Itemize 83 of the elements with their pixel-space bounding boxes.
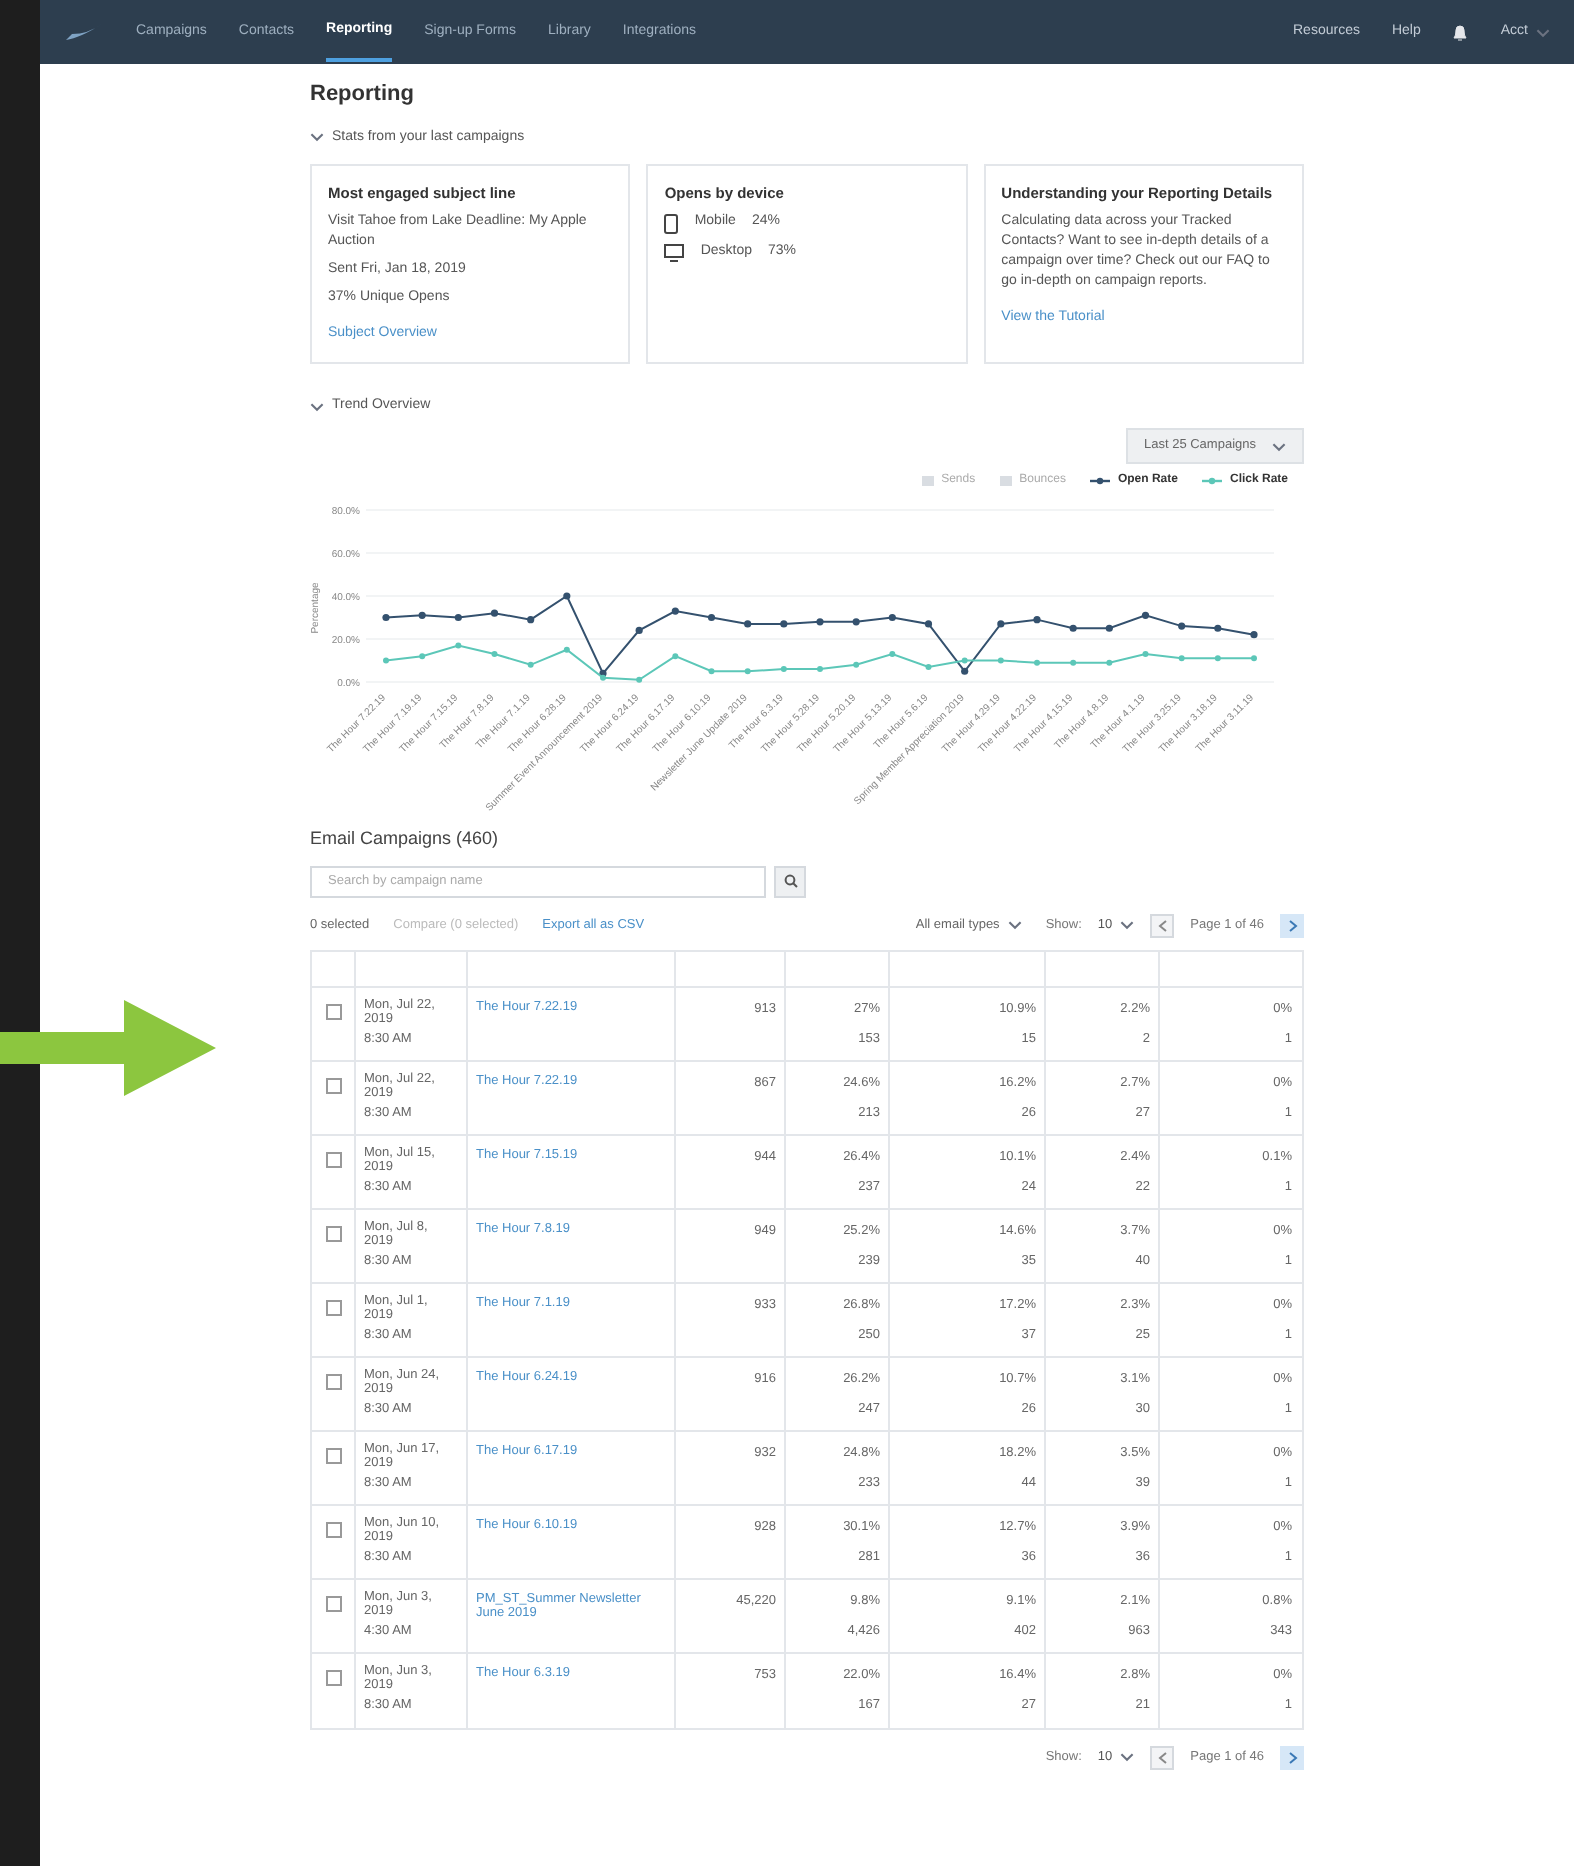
chevron-left-icon	[1157, 919, 1168, 932]
data-point	[744, 668, 751, 675]
data-point	[708, 668, 715, 675]
data-point	[924, 620, 933, 629]
data-point	[527, 616, 535, 624]
data-point	[672, 653, 679, 660]
pointer-arrow-icon	[0, 1000, 220, 1096]
data-point	[744, 620, 752, 629]
data-point	[1142, 651, 1149, 658]
data-point	[1250, 631, 1258, 639]
data-point	[816, 618, 824, 626]
phone-icon	[664, 213, 679, 233]
data-point	[888, 614, 896, 622]
caret-down-icon	[310, 130, 324, 145]
data-point	[1069, 625, 1077, 633]
data-point	[1105, 625, 1113, 633]
data-point	[961, 668, 969, 676]
data-point	[1034, 660, 1040, 667]
data-point	[961, 658, 968, 664]
chevron-left-icon	[1157, 1751, 1168, 1764]
data-point	[1070, 660, 1077, 667]
caret-down-icon	[310, 399, 324, 413]
next-page-button[interactable]	[1280, 1745, 1304, 1770]
caret-icon	[1120, 918, 1135, 933]
caret-icon	[1120, 1750, 1135, 1765]
row-checkbox[interactable]	[325, 1151, 341, 1168]
data-point	[707, 614, 716, 622]
row-checkbox[interactable]	[325, 1447, 341, 1464]
row-checkbox[interactable]	[325, 1225, 341, 1242]
search-button[interactable]	[774, 865, 806, 898]
page-title: Reporting	[310, 80, 416, 110]
caret-icon	[1272, 439, 1286, 454]
next-page-button[interactable]	[1280, 913, 1304, 938]
data-point	[382, 614, 390, 622]
monitor-icon	[664, 243, 685, 261]
bell-icon[interactable]	[1452, 23, 1469, 41]
data-point	[852, 618, 860, 626]
data-point	[997, 620, 1005, 629]
legend-line-icon	[1201, 476, 1222, 487]
row-checkbox[interactable]	[325, 1669, 341, 1686]
chevron-right-icon	[1287, 919, 1297, 932]
data-point	[490, 610, 499, 618]
data-point	[780, 666, 787, 673]
data-point	[527, 662, 534, 669]
data-point	[563, 592, 571, 601]
row-checkbox[interactable]	[325, 1003, 341, 1020]
data-point	[780, 620, 788, 629]
caret-icon	[1536, 25, 1550, 39]
row-checkbox[interactable]	[325, 1299, 341, 1316]
data-point	[1141, 612, 1150, 620]
row-checkbox[interactable]	[325, 1077, 341, 1094]
data-point	[853, 662, 860, 669]
data-point	[1033, 616, 1041, 624]
data-point	[1251, 655, 1257, 662]
previous-page-button[interactable]	[1150, 913, 1175, 938]
data-point	[1178, 655, 1185, 662]
data-point	[635, 627, 643, 635]
data-point	[636, 677, 643, 684]
row-checkbox[interactable]	[325, 1373, 341, 1390]
data-point	[889, 651, 896, 658]
data-point	[817, 666, 823, 673]
row-checkbox[interactable]	[325, 1595, 341, 1612]
data-point	[383, 658, 389, 664]
data-point	[1214, 655, 1221, 662]
chevron-right-icon	[1287, 1751, 1297, 1764]
search-icon	[783, 874, 797, 889]
data-point	[1214, 625, 1222, 633]
data-point	[671, 607, 679, 616]
data-point	[997, 658, 1004, 664]
row-checkbox[interactable]	[325, 1521, 341, 1538]
data-point	[454, 614, 462, 622]
previous-page-button[interactable]	[1150, 1745, 1175, 1770]
data-point	[563, 647, 570, 654]
data-point	[925, 664, 932, 671]
data-point	[491, 651, 498, 658]
data-point	[419, 653, 426, 660]
data-point	[455, 642, 462, 649]
data-point	[1178, 623, 1186, 631]
caret-icon	[1007, 918, 1022, 933]
data-point	[418, 612, 426, 620]
section-title: Email Campaigns (460)	[310, 826, 501, 853]
data-point	[1106, 660, 1113, 667]
legend-line-icon	[1089, 476, 1110, 487]
